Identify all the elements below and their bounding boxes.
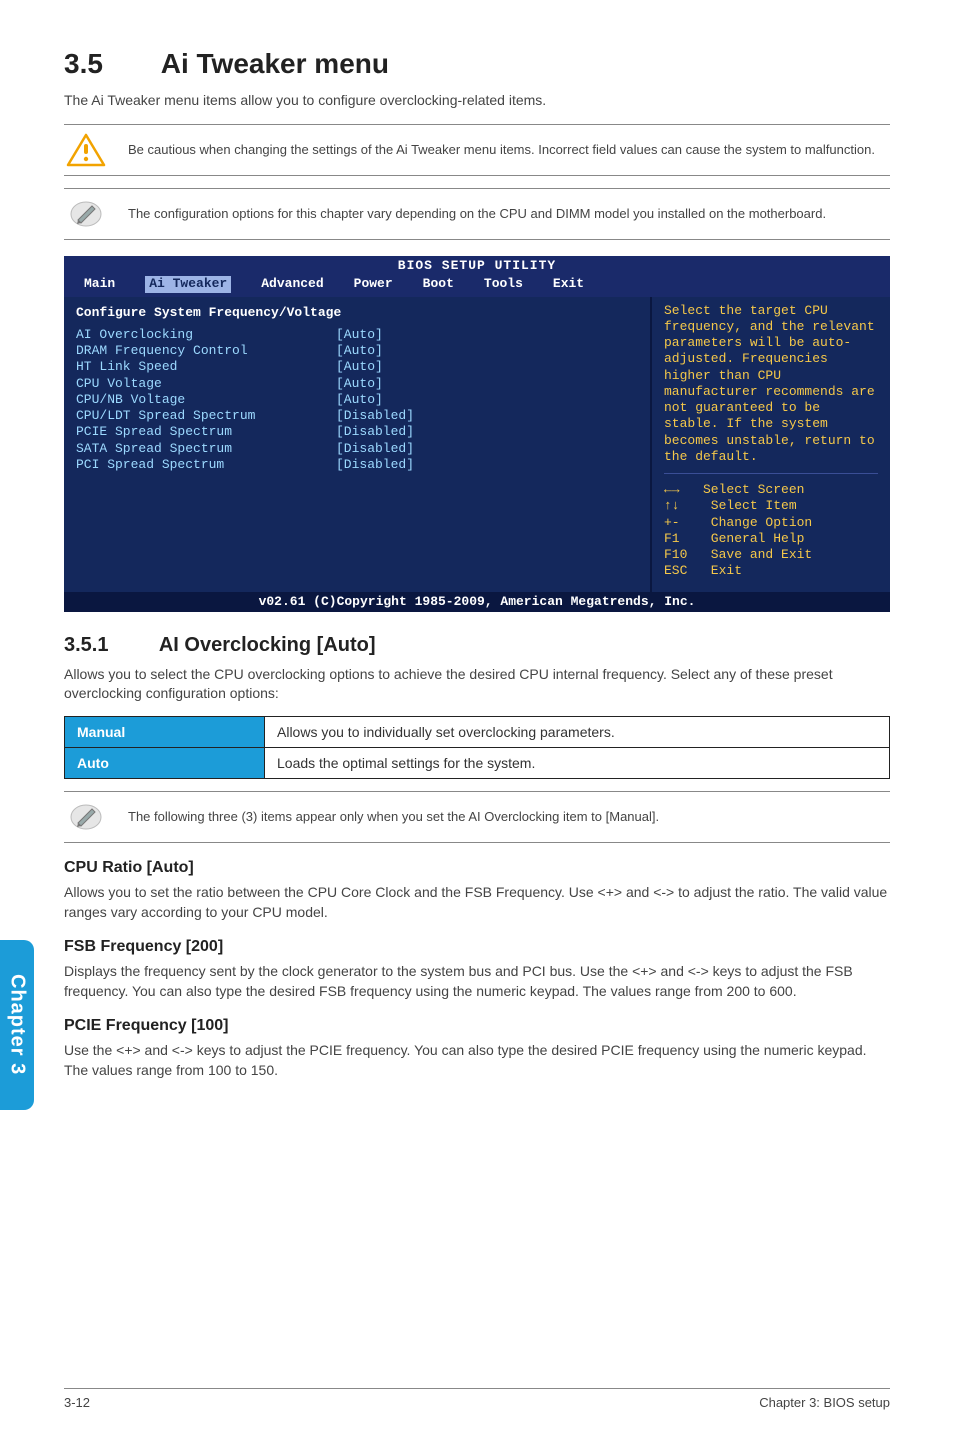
fsb-heading: FSB Frequency [200]	[64, 938, 890, 956]
subsection-para: Allows you to select the CPU overclockin…	[64, 665, 890, 704]
note-text-1: The configuration options for this chapt…	[128, 205, 826, 223]
table-row: Auto Loads the optimal settings for the …	[65, 747, 890, 778]
fsb-para: Displays the frequency sent by the clock…	[64, 962, 890, 1001]
bios-tab-exit[interactable]: Exit	[553, 276, 584, 292]
pcie-heading: PCIE Frequency [100]	[64, 1017, 890, 1035]
opt-auto-val: Loads the optimal settings for the syste…	[265, 747, 890, 778]
bios-tab-power[interactable]: Power	[354, 276, 393, 292]
opt-manual-val: Allows you to individually set overclock…	[265, 716, 890, 747]
options-table: Manual Allows you to individually set ov…	[64, 716, 890, 779]
bios-help-panel: Select the target CPU frequency, and the…	[650, 297, 890, 592]
bios-row-pcie-spread[interactable]: PCIE Spread Spectrum[Disabled]	[76, 424, 638, 440]
bios-key-legend: ←→ Select Screen ↑↓ Select Item +- Chang…	[664, 482, 878, 580]
note-callout-2: The following three (3) items appear onl…	[64, 791, 890, 843]
table-row: Manual Allows you to individually set ov…	[65, 716, 890, 747]
bios-tab-bar: Main Ai Tweaker Advanced Power Boot Tool…	[64, 276, 890, 296]
bios-row-sata-spread[interactable]: SATA Spread Spectrum[Disabled]	[76, 441, 638, 457]
warning-text: Be cautious when changing the settings o…	[128, 141, 875, 159]
cpu-ratio-para: Allows you to set the ratio between the …	[64, 883, 890, 922]
note-callout-1: The configuration options for this chapt…	[64, 188, 890, 240]
bios-row-ai-overclocking[interactable]: AI Overclocking[Auto]	[76, 327, 638, 343]
chapter-side-tab: Chapter 3	[0, 940, 34, 1110]
bios-tab-ai-tweaker[interactable]: Ai Tweaker	[145, 276, 231, 292]
footer-chapter: Chapter 3: BIOS setup	[759, 1395, 890, 1410]
bios-tab-advanced[interactable]: Advanced	[261, 276, 323, 292]
bios-title: BIOS SETUP UTILITY	[64, 256, 890, 276]
bios-row-dram-frequency[interactable]: DRAM Frequency Control[Auto]	[76, 343, 638, 359]
warning-icon	[64, 133, 108, 167]
bios-row-cpu-ldt-spread[interactable]: CPU/LDT Spread Spectrum[Disabled]	[76, 408, 638, 424]
opt-manual-key: Manual	[65, 716, 265, 747]
bios-help-divider	[664, 473, 878, 474]
bios-screenshot: BIOS SETUP UTILITY Main Ai Tweaker Advan…	[64, 256, 890, 612]
bios-row-pci-spread[interactable]: PCI Spread Spectrum[Disabled]	[76, 457, 638, 473]
bios-copyright: v02.61 (C)Copyright 1985-2009, American …	[64, 592, 890, 612]
bios-tab-main[interactable]: Main	[84, 276, 115, 292]
subsection-title: AI Overclocking [Auto]	[159, 634, 376, 656]
cpu-ratio-heading: CPU Ratio [Auto]	[64, 859, 890, 877]
opt-auto-key: Auto	[65, 747, 265, 778]
bios-help-text: Select the target CPU frequency, and the…	[664, 303, 878, 466]
bios-row-cpu-voltage[interactable]: CPU Voltage[Auto]	[76, 376, 638, 392]
section-heading: 3.5 Ai Tweaker menu	[64, 48, 890, 80]
pencil-icon	[64, 197, 108, 231]
page-footer: 3-12 Chapter 3: BIOS setup	[64, 1388, 890, 1410]
pencil-icon	[64, 800, 108, 834]
bios-row-ht-link-speed[interactable]: HT Link Speed[Auto]	[76, 359, 638, 375]
bios-row-cpu-nb-voltage[interactable]: CPU/NB Voltage[Auto]	[76, 392, 638, 408]
intro-text: The Ai Tweaker menu items allow you to c…	[64, 92, 890, 108]
section-number: 3.5	[64, 48, 154, 80]
pcie-para: Use the <+> and <-> keys to adjust the P…	[64, 1041, 890, 1080]
subsection-heading: 3.5.1 AI Overclocking [Auto]	[64, 634, 890, 657]
bios-tab-boot[interactable]: Boot	[423, 276, 454, 292]
bios-settings-panel: Configure System Frequency/Voltage AI Ov…	[64, 297, 650, 592]
bios-section-heading: Configure System Frequency/Voltage	[76, 305, 638, 321]
subsection-number: 3.5.1	[64, 634, 154, 657]
section-title: Ai Tweaker menu	[161, 48, 389, 79]
note-text-2: The following three (3) items appear onl…	[128, 808, 659, 826]
warning-callout: Be cautious when changing the settings o…	[64, 124, 890, 176]
bios-tab-tools[interactable]: Tools	[484, 276, 523, 292]
chapter-side-tab-label: Chapter 3	[6, 974, 29, 1075]
page-number: 3-12	[64, 1395, 90, 1410]
